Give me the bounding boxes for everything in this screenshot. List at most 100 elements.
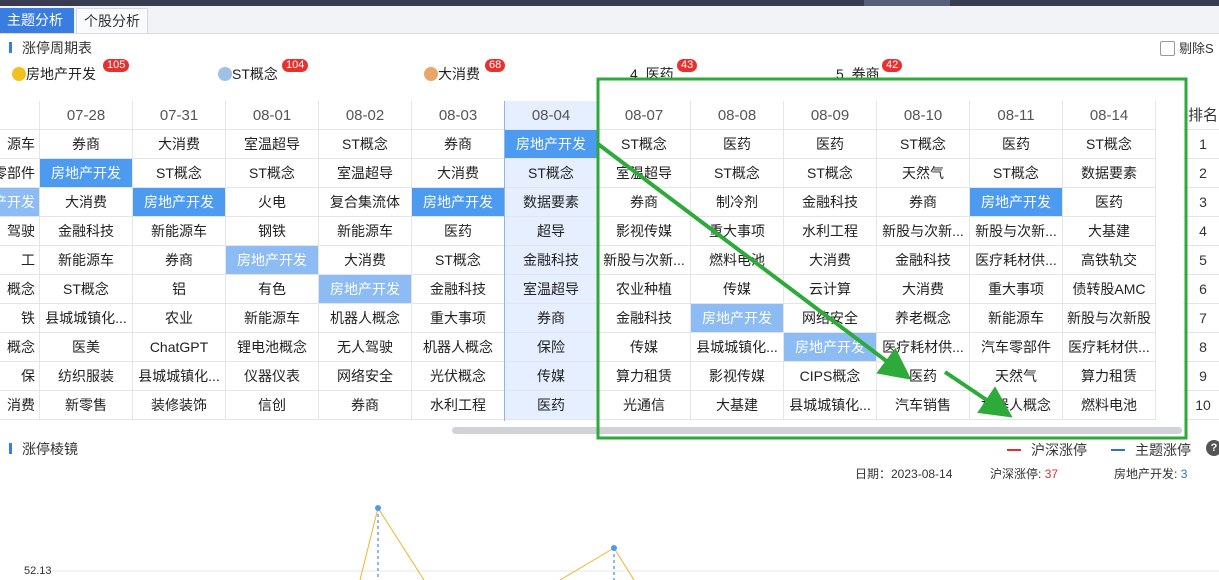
legend-hs-limit-up[interactable]: 沪深涨停 (1007, 440, 1087, 460)
topic-cell[interactable]: ST概念 (505, 159, 598, 188)
column-header-date[interactable]: 08-11 (970, 101, 1063, 130)
topic-cell[interactable]: 影视传媒 (598, 217, 691, 246)
topic-cell[interactable]: 医药 (970, 130, 1063, 159)
topic-cell[interactable]: 房地产开发 (133, 188, 226, 217)
topic-cell[interactable]: 仪器仪表 (226, 362, 319, 391)
topic-cell[interactable]: 大消费 (133, 130, 226, 159)
topic-cell[interactable]: 概念 (0, 275, 40, 304)
data-point[interactable] (611, 545, 617, 551)
topic-cell[interactable]: 县城城镇化... (784, 391, 877, 420)
topic-cell[interactable]: 复合集流体 (319, 188, 412, 217)
topic-cell[interactable]: 养老概念 (877, 304, 970, 333)
topic-cell[interactable]: 火电 (226, 188, 319, 217)
topic-cell[interactable]: 大消费 (877, 275, 970, 304)
topic-cell[interactable]: 传媒 (691, 275, 784, 304)
topic-cell[interactable]: 天然气 (877, 159, 970, 188)
topic-cell[interactable]: 新股与次新... (877, 217, 970, 246)
topic-cell[interactable]: 铝 (133, 275, 226, 304)
topic-cell[interactable]: 新股与次新... (598, 246, 691, 275)
topic-cell[interactable]: 大消费 (784, 246, 877, 275)
topic-cell[interactable]: 医药 (412, 217, 505, 246)
topic-cell[interactable]: 券商 (40, 130, 133, 159)
topic-cell[interactable]: 室温超导 (226, 130, 319, 159)
column-header-date[interactable]: 08-04 (505, 101, 598, 130)
topic-cell[interactable]: 券商 (319, 391, 412, 420)
topic-cell[interactable]: 保险 (505, 333, 598, 362)
topic-cell[interactable]: 金融科技 (412, 275, 505, 304)
topic-cell[interactable]: 医药 (784, 130, 877, 159)
topic-cell[interactable]: 房地产开发 (970, 188, 1063, 217)
topic-cell[interactable]: 重大事项 (412, 304, 505, 333)
tab-topic-analysis[interactable]: 主题分析 (0, 8, 74, 33)
topic-cell[interactable]: CIPS概念 (784, 362, 877, 391)
topic-cell[interactable]: 无人驾驶 (319, 333, 412, 362)
topic-cell[interactable]: 光通信 (598, 391, 691, 420)
topic-cell[interactable]: 汽车零部件 (970, 333, 1063, 362)
topic-cell[interactable]: ST概念 (412, 246, 505, 275)
topic-cell[interactable]: 券商 (598, 188, 691, 217)
topic-cell[interactable]: 新能源车 (40, 246, 133, 275)
remove-st-checkbox[interactable]: 剔除S (1160, 38, 1214, 57)
topic-cell[interactable]: 县城城镇化... (40, 304, 133, 333)
topic-cell[interactable]: 产开发 (0, 188, 40, 217)
topic-cell[interactable]: 新能源车 (226, 304, 319, 333)
topic-cell[interactable]: ST概念 (1063, 130, 1156, 159)
topic-cell[interactable]: 医疗耗材供... (1063, 333, 1156, 362)
topic-cell[interactable]: 机器人概念 (970, 391, 1063, 420)
topic-rank-2[interactable]: ST概念 104 (218, 59, 309, 88)
topic-cell[interactable]: 制冷剂 (691, 188, 784, 217)
topic-cell[interactable]: ST概念 (970, 159, 1063, 188)
help-icon[interactable]: ? (1206, 440, 1219, 456)
topic-cell[interactable]: 新能源车 (133, 217, 226, 246)
topic-cell[interactable]: 网络安全 (784, 304, 877, 333)
topic-cell[interactable]: 传媒 (598, 333, 691, 362)
topic-cell[interactable]: 源车 (0, 130, 40, 159)
topic-cell[interactable]: 消费 (0, 391, 40, 420)
topic-cell[interactable]: ST概念 (691, 159, 784, 188)
topic-cell[interactable]: 高铁轨交 (1063, 246, 1156, 275)
column-header-date[interactable]: 08-03 (412, 101, 505, 130)
topic-cell[interactable]: 汽车销售 (877, 391, 970, 420)
topic-cell[interactable]: 房地产开发 (505, 130, 598, 159)
topic-rank-5[interactable]: 5. 券商 42 (836, 59, 903, 88)
topic-cell[interactable]: 云计算 (784, 275, 877, 304)
topic-cell[interactable]: 金融科技 (40, 217, 133, 246)
topic-cell[interactable]: 新零售 (40, 391, 133, 420)
topic-cell[interactable]: 房地产开发 (412, 188, 505, 217)
topic-cell[interactable]: 算力租赁 (1063, 362, 1156, 391)
topic-cell[interactable]: 网络安全 (319, 362, 412, 391)
topic-cell[interactable]: 钢铁 (226, 217, 319, 246)
topic-cell[interactable]: 农业 (133, 304, 226, 333)
column-header-date[interactable]: 07-28 (40, 101, 133, 130)
topic-cell[interactable]: 房地产开发 (691, 304, 784, 333)
topic-cell[interactable]: 装修装饰 (133, 391, 226, 420)
topic-cell[interactable]: 重大事项 (691, 217, 784, 246)
topic-cell[interactable]: ST概念 (784, 159, 877, 188)
topic-cell[interactable]: 医药 (505, 391, 598, 420)
topic-cell[interactable]: 锂电池概念 (226, 333, 319, 362)
topic-cell[interactable]: ST概念 (226, 159, 319, 188)
horizontal-scrollbar[interactable] (452, 427, 1182, 434)
topic-cell[interactable]: 县城城镇化... (691, 333, 784, 362)
topic-cell[interactable]: 券商 (877, 188, 970, 217)
topic-cell[interactable]: 金融科技 (784, 188, 877, 217)
topic-rank-3[interactable]: 大消费 68 (424, 59, 506, 88)
topic-cell[interactable]: 金融科技 (505, 246, 598, 275)
column-header-date[interactable]: 08-01 (226, 101, 319, 130)
topic-cell[interactable]: 燃料电池 (691, 246, 784, 275)
topic-cell[interactable]: 房地产开发 (226, 246, 319, 275)
topic-cell[interactable]: 医疗耗材供... (877, 333, 970, 362)
topic-cell[interactable]: 机器人概念 (412, 333, 505, 362)
topic-cell[interactable]: 概念 (0, 333, 40, 362)
topic-cell[interactable]: 大消费 (40, 188, 133, 217)
topic-cell[interactable]: ChatGPT (133, 333, 226, 362)
topic-cell[interactable]: 数据要素 (505, 188, 598, 217)
topic-cell[interactable]: 室温超导 (319, 159, 412, 188)
topic-cell[interactable]: 光伏概念 (412, 362, 505, 391)
column-header-date[interactable]: 08-07 (598, 101, 691, 130)
column-header-date[interactable]: 08-09 (784, 101, 877, 130)
topic-rank-4[interactable]: 4. 医药 43 (630, 59, 698, 88)
topic-cell[interactable]: 新能源车 (319, 217, 412, 246)
topic-cell[interactable]: 医药 (691, 130, 784, 159)
topic-cell[interactable]: 券商 (133, 246, 226, 275)
